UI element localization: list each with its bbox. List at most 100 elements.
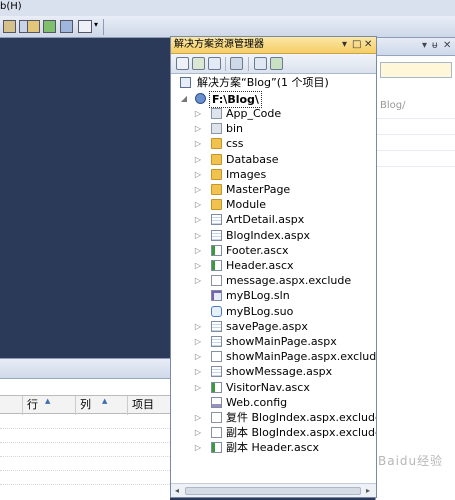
- tree-node-project[interactable]: ◢ F:\Blog\: [171, 91, 376, 108]
- properties-pin-icon[interactable]: ᵾ: [432, 40, 437, 51]
- tree-item[interactable]: ▷ 副本 Header.ascx: [171, 440, 376, 455]
- column-header-line[interactable]: 行 ▲: [22, 396, 72, 415]
- expand-arrow-icon[interactable]: ▷: [194, 121, 202, 136]
- tree-item[interactable]: Web.config: [171, 395, 376, 410]
- window-close-icon[interactable]: ✕: [364, 37, 372, 53]
- table-row[interactable]: [0, 471, 170, 485]
- menu-help[interactable]: b(H): [0, 1, 22, 12]
- toolbar-icon[interactable]: [43, 20, 56, 33]
- expand-arrow-icon[interactable]: ▷: [194, 258, 202, 273]
- tree-item[interactable]: myBLog.suo: [171, 304, 376, 319]
- tree-item[interactable]: ▷ Footer.ascx: [171, 243, 376, 258]
- sort-arrow-icon: ▲: [45, 397, 51, 405]
- expand-arrow-icon[interactable]: ▷: [194, 243, 202, 258]
- scrollbar-thumb[interactable]: [185, 487, 361, 495]
- expand-arrow-icon[interactable]: ▷: [194, 167, 202, 182]
- folder-icon: [211, 153, 222, 165]
- properties-close-icon[interactable]: ✕: [443, 40, 451, 51]
- toolbar-icon[interactable]: [27, 20, 40, 33]
- expand-arrow-icon[interactable]: ▷: [194, 228, 202, 243]
- toolbar-icon[interactable]: [78, 20, 92, 33]
- scroll-right-icon[interactable]: ▸: [366, 486, 370, 495]
- editor-area: [0, 38, 170, 358]
- tree-item-label: Database: [226, 152, 279, 166]
- view-designer-icon[interactable]: [230, 57, 243, 70]
- expand-arrow-icon[interactable]: ▷: [194, 380, 202, 395]
- tree-item[interactable]: ▷ Header.ascx: [171, 258, 376, 273]
- tree-item[interactable]: ▷ 复件 BlogIndex.aspx.exclude: [171, 410, 376, 425]
- sln-file-icon: [211, 290, 222, 302]
- tree-node-solution[interactable]: 解决方案“Blog”(1 个项目): [171, 75, 376, 90]
- expand-arrow-icon[interactable]: ▷: [194, 440, 202, 455]
- column-header-blank[interactable]: [0, 396, 22, 415]
- column-header-project[interactable]: 项目: [127, 396, 170, 415]
- window-dropdown-icon[interactable]: ▾: [342, 37, 347, 53]
- table-row[interactable]: [0, 443, 170, 457]
- tree-item-label: MasterPage: [226, 183, 291, 196]
- table-row[interactable]: [0, 415, 170, 429]
- tree-item[interactable]: ▷ css: [171, 136, 376, 151]
- expand-arrow-icon[interactable]: ▷: [194, 152, 202, 167]
- expand-arrow-icon[interactable]: ▷: [194, 425, 202, 440]
- tree-item[interactable]: ▷ showMessage.aspx: [171, 364, 376, 379]
- tree-item[interactable]: ▷ Images: [171, 167, 376, 182]
- refresh-icon[interactable]: [208, 57, 221, 70]
- file-icon: [211, 351, 222, 363]
- tree-item[interactable]: ▷ 副本 BlogIndex.aspx.exclude: [171, 425, 376, 440]
- expand-arrow-icon[interactable]: ▷: [194, 197, 202, 212]
- sort-arrow-icon: ▲: [102, 397, 108, 405]
- tree-item[interactable]: ▷ Database: [171, 152, 376, 167]
- expand-arrow-icon[interactable]: ▷: [194, 136, 202, 151]
- properties-object-combo[interactable]: [380, 62, 452, 78]
- menu-bar: b(H): [0, 0, 455, 16]
- scroll-left-icon[interactable]: ◂: [175, 486, 179, 495]
- folder-icon: [211, 199, 222, 211]
- toolbar-icon[interactable]: [60, 20, 73, 33]
- expand-arrow-icon[interactable]: ▷: [194, 319, 202, 334]
- tree-item[interactable]: ▷ Module: [171, 197, 376, 212]
- column-header-column[interactable]: 列 ▲: [75, 396, 127, 415]
- tree-item[interactable]: ▷ VisitorNav.ascx: [171, 380, 376, 395]
- expand-arrow-icon[interactable]: ▷: [194, 349, 202, 364]
- expand-arrow-icon[interactable]: ▷: [194, 364, 202, 379]
- collapse-arrow-icon[interactable]: ◢: [180, 91, 188, 106]
- toolbar-separator: [248, 57, 249, 71]
- tree-item[interactable]: ▷ bin: [171, 121, 376, 136]
- tree-item[interactable]: ▷ message.aspx.exclude: [171, 273, 376, 288]
- properties-icon[interactable]: [176, 57, 189, 70]
- watermark-logo: Baidu经验: [378, 454, 444, 468]
- tree-item[interactable]: ▷ showMainPage.aspx.exclude: [171, 349, 376, 364]
- tree-item[interactable]: ▷ showMainPage.aspx: [171, 334, 376, 349]
- tree-item[interactable]: ▷ App_Code: [171, 106, 376, 121]
- expand-arrow-icon[interactable]: ▷: [194, 212, 202, 227]
- properties-dropdown-icon[interactable]: ▾: [422, 40, 427, 51]
- toolbar-dropdown-icon[interactable]: ▾: [94, 20, 98, 29]
- tree-item-label: VisitorNav.ascx: [226, 380, 310, 394]
- expand-arrow-icon[interactable]: ▷: [194, 410, 202, 425]
- tree-item[interactable]: ▷ BlogIndex.aspx: [171, 228, 376, 243]
- tree-item[interactable]: ▷ ArtDetail.aspx: [171, 212, 376, 227]
- tree-item-label: Web.config: [226, 395, 288, 409]
- expand-arrow-icon[interactable]: ▷: [194, 334, 202, 349]
- horizontal-scrollbar[interactable]: ◂ ▸: [171, 483, 376, 497]
- folder-icon: [211, 184, 222, 195]
- tree-item-label: 复件 BlogIndex.aspx.exclude: [226, 411, 376, 424]
- expand-arrow-icon[interactable]: ▷: [194, 273, 202, 288]
- asp-config-icon[interactable]: [270, 57, 283, 70]
- user-control-icon: [211, 244, 222, 256]
- copy-website-icon[interactable]: [254, 57, 267, 70]
- table-row[interactable]: [0, 429, 170, 443]
- table-row[interactable]: [0, 457, 170, 471]
- expand-arrow-icon[interactable]: ▷: [194, 106, 202, 121]
- show-all-files-icon[interactable]: [192, 57, 205, 70]
- website-project-icon: [195, 93, 206, 104]
- tree-item[interactable]: ▷ MasterPage: [171, 182, 376, 197]
- solution-explorer-title-bar[interactable]: 解决方案资源管理器 ▾ □ ✕: [171, 37, 376, 54]
- window-pin-icon[interactable]: □: [352, 37, 361, 53]
- tree-item[interactable]: myBLog.sln: [171, 288, 376, 303]
- tree-item-label: App_Code: [226, 107, 282, 120]
- toolbar-icon[interactable]: [3, 20, 16, 33]
- tree-item[interactable]: ▷ savePage.aspx: [171, 319, 376, 334]
- divider: [376, 166, 455, 167]
- expand-arrow-icon[interactable]: ▷: [194, 182, 202, 197]
